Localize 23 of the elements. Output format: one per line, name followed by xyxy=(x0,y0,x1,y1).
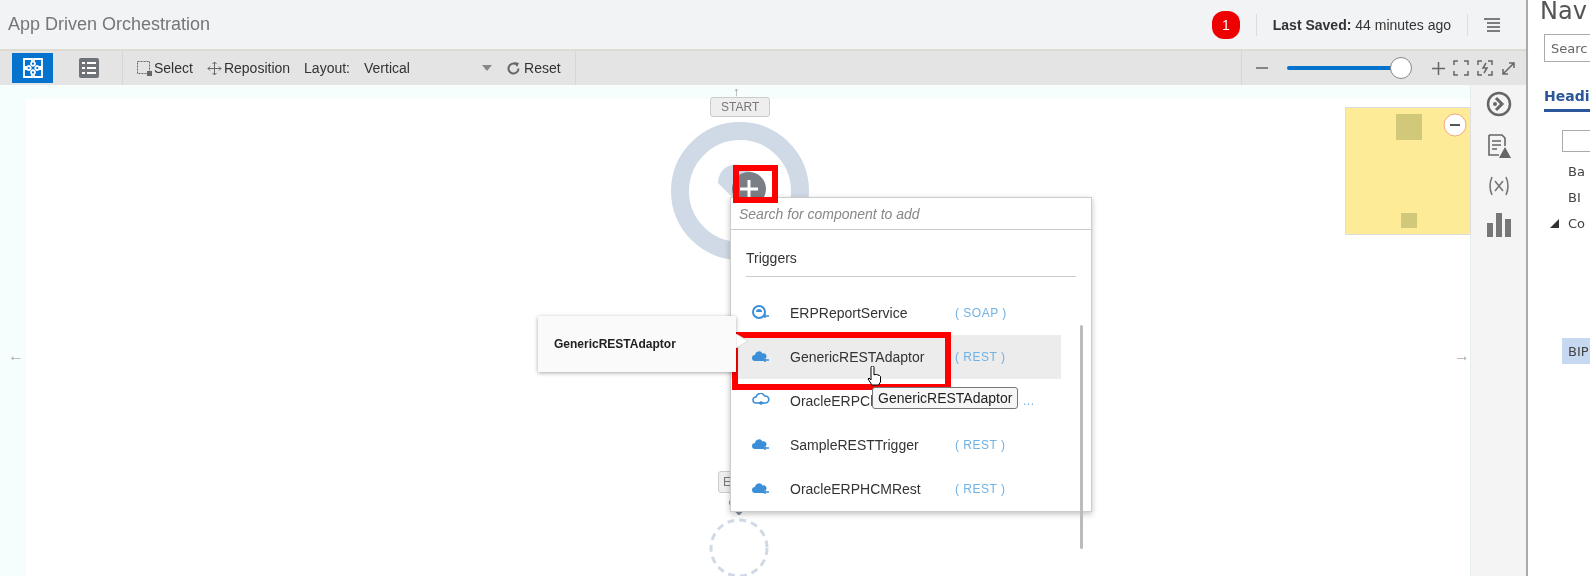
right-arrow-icon: → xyxy=(1454,347,1470,365)
reposition-button[interactable]: Reposition xyxy=(206,60,291,76)
notification-badge[interactable]: 1 xyxy=(1211,10,1240,39)
start-label: START xyxy=(710,97,771,117)
outline-item[interactable]: Ba xyxy=(1568,158,1590,184)
trigger-item[interactable]: SampleRESTTrigger ( REST ) xyxy=(731,423,1061,467)
section-heading: Triggers xyxy=(746,250,1076,277)
outline-item[interactable]: BIP xyxy=(1562,338,1590,364)
layout-dropdown[interactable]: Vertical xyxy=(364,60,492,76)
layout-label: Layout: xyxy=(304,60,350,76)
last-saved-text: Last Saved: 44 minutes ago xyxy=(1272,16,1451,33)
page-title: App Driven Orchestration xyxy=(8,14,212,35)
left-arrow-icon: ← xyxy=(8,347,24,365)
tooltip: GenericRESTAdaptor xyxy=(872,387,1019,409)
search-field[interactable]: Searc xyxy=(1544,34,1590,62)
outline-item[interactable]: BI xyxy=(1568,184,1590,210)
drag-card[interactable]: GenericRESTAdaptor xyxy=(538,316,736,372)
component-search-field[interactable]: Search for component to add xyxy=(731,198,1091,230)
up-arrow-icon: ↑ xyxy=(733,85,739,99)
select-button[interactable]: Select xyxy=(137,60,193,76)
pane-title: Nav xyxy=(1540,0,1587,25)
outline-item[interactable]: Co xyxy=(1568,210,1590,236)
headings-tab[interactable]: Headi xyxy=(1544,88,1590,112)
